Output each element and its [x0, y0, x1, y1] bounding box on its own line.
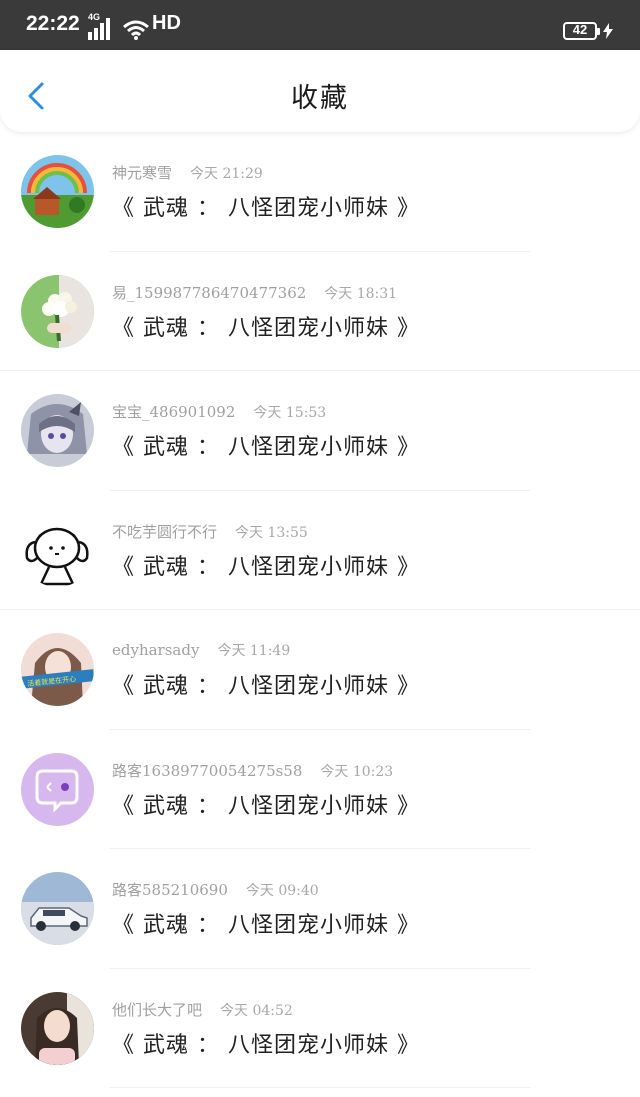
- book-title[interactable]: 《 武魂 ： 八怪团宠小师妹 》: [112, 429, 420, 461]
- battery-level: 42: [572, 22, 588, 37]
- list-item[interactable]: 他们长大了吧 今天 04:52 《 武魂 ： 八怪团宠小师妹 》: [0, 969, 640, 1088]
- item-meta: 他们长大了吧 今天 04:52: [112, 999, 293, 1020]
- timestamp: 今天 18:31: [324, 285, 398, 302]
- item-meta: 不吃芋圆行不行 今天 13:55: [112, 521, 308, 542]
- username[interactable]: 神元寒雪: [112, 164, 172, 182]
- item-meta: 路客585210690 今天 09:40: [112, 879, 319, 900]
- rainbow-landscape-avatar-icon: [21, 155, 94, 228]
- list-item[interactable]: 神元寒雪 今天 21:29 《 武魂 ： 八怪团宠小师妹 》: [0, 132, 640, 252]
- flower-bouquet-avatar-icon: [21, 274, 94, 348]
- book-title[interactable]: 《 武魂 ： 八怪团宠小师妹 》: [112, 190, 420, 222]
- status-bar: 22:22 4G HD 42: [0, 0, 640, 50]
- list-item[interactable]: 路客16389770054275s58 今天 10:23 《 武魂 ： 八怪团宠小…: [0, 730, 640, 849]
- timestamp: 今天 13:55: [235, 524, 308, 541]
- divider: [110, 1087, 530, 1088]
- list-item[interactable]: 路客585210690 今天 09:40 《 武魂 ： 八怪团宠小师妹 》: [0, 849, 640, 969]
- status-time: 22:22: [26, 12, 80, 35]
- battery-icon: 42: [563, 22, 600, 40]
- page-title: 收藏: [291, 83, 349, 114]
- header-bar: 收藏: [0, 50, 640, 132]
- item-meta: 神元寒雪 今天 21:29: [112, 162, 263, 183]
- username[interactable]: 路客585210690: [112, 881, 228, 899]
- item-meta: 路客16389770054275s58 今天 10:23: [112, 760, 393, 781]
- item-meta: 宝宝_486901092 今天 15:53: [112, 401, 326, 422]
- timestamp: 今天 11:49: [217, 643, 291, 659]
- username[interactable]: 路客16389770054275s58: [112, 762, 302, 780]
- timestamp: 今天 09:40: [245, 883, 319, 899]
- anime-girl-avatar-icon: [21, 394, 94, 467]
- book-title[interactable]: 《 武魂 ： 八怪团宠小师妹 》: [112, 907, 420, 939]
- username[interactable]: 易_15998778647047736​2: [112, 284, 306, 302]
- item-meta: 易_15998778647047736​2 今天 18:31: [112, 282, 397, 303]
- list-item[interactable]: 宝宝_486901092 今天 15:53 《 武魂 ： 八怪团宠小师妹 》: [0, 371, 640, 491]
- list-item[interactable]: 活着就是在开心 edyharsady 今天 11:49 《 武魂 ： 八怪团宠小师…: [0, 610, 640, 730]
- cellular-signal-icon: 4G: [88, 12, 116, 40]
- username[interactable]: edyharsady: [112, 641, 199, 659]
- network-type-label: 4G: [88, 12, 101, 22]
- item-meta: edyharsady 今天 11:49: [112, 640, 290, 660]
- girl-photo-avatar-icon: 活着就是在开心: [21, 633, 94, 706]
- favorites-list: 神元寒雪 今天 21:29 《 武魂 ： 八怪团宠小师妹 》 易_15998778…: [0, 132, 640, 1088]
- timestamp: 今天 04:52: [220, 1002, 293, 1019]
- book-title[interactable]: 《 武魂 ： 八怪团宠小师妹 》: [112, 1027, 420, 1059]
- doodle-face-avatar-icon: [21, 513, 94, 587]
- wifi-icon: [123, 20, 149, 40]
- book-title[interactable]: 《 武魂 ： 八怪团宠小师妹 》: [112, 549, 420, 581]
- book-title[interactable]: 《 武魂 ： 八怪团宠小师妹 》: [112, 788, 420, 820]
- book-title[interactable]: 《 武魂 ： 八怪团宠小师妹 》: [112, 310, 420, 342]
- woman-photo-avatar-icon: [21, 991, 94, 1065]
- username[interactable]: 他们长大了吧: [112, 1001, 202, 1019]
- hd-indicator: HD: [152, 12, 181, 34]
- username[interactable]: 宝宝_486901092: [112, 403, 235, 421]
- book-title[interactable]: 《 武魂 ： 八怪团宠小师妹 》: [112, 668, 420, 700]
- timestamp: 今天 10:23: [320, 763, 394, 780]
- charging-bolt-icon: [603, 23, 613, 39]
- list-item[interactable]: 不吃芋圆行不行 今天 13:55 《 武魂 ： 八怪团宠小师妹 》: [0, 491, 640, 610]
- chat-bubble-avatar-icon: [21, 752, 94, 826]
- timestamp: 今天 21:29: [190, 166, 263, 182]
- username[interactable]: 不吃芋圆行不行: [112, 523, 217, 541]
- car-avatar-icon: [21, 872, 94, 945]
- list-item[interactable]: 易_15998778647047736​2 今天 18:31 《 武魂 ： 八怪团…: [0, 252, 640, 371]
- timestamp: 今天 15:53: [253, 405, 327, 421]
